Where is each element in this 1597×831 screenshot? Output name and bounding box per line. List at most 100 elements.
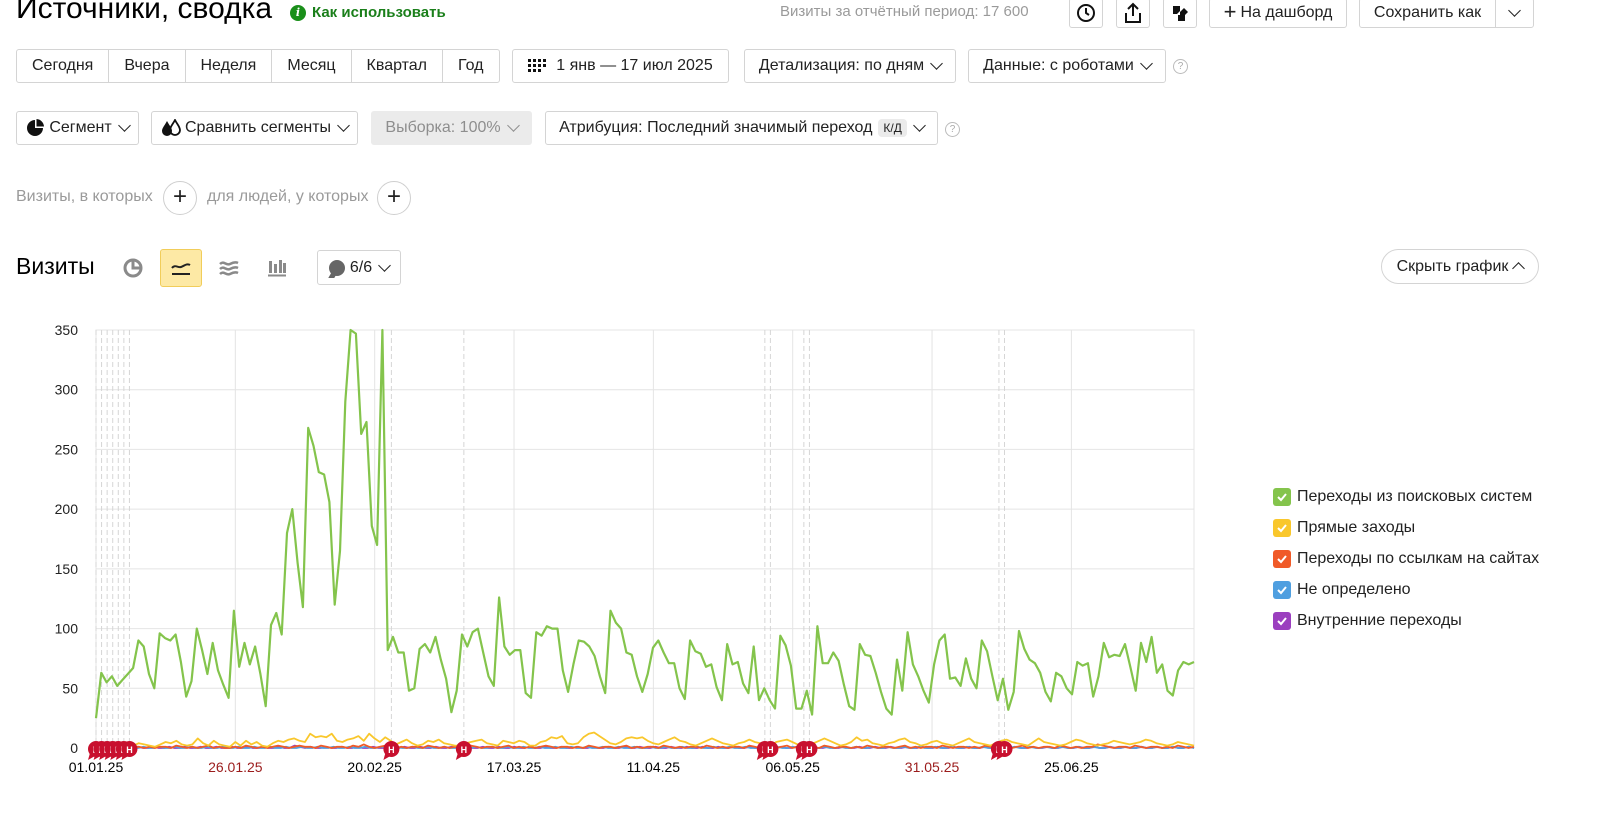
y-tick-label: 150 [55,561,79,577]
people-filter-label: для людей, у которых [207,188,369,205]
x-tick-label: 17.03.25 [487,759,542,775]
comment-icon [328,259,345,276]
date-range-picker[interactable]: 1 янв — 17 июл 2025 [512,49,729,83]
plus-icon: + [1223,0,1237,24]
legend-item-search[interactable]: Переходы из поисковых систем [1273,481,1539,512]
visits-filter-label: Визиты, в которых [16,188,153,205]
stacked-area-icon [219,261,239,276]
pie-chart-icon [27,119,45,136]
annotation-marker[interactable]: Н [801,741,818,760]
chevron-down-icon [913,119,926,132]
legend-item-internal[interactable]: Внутренние переходы [1273,605,1539,636]
x-tick-label: 11.04.25 [627,759,681,775]
bar-chart-icon [268,260,286,277]
to-dashboard-button[interactable]: + На дашборд [1209,0,1347,28]
legend-item-undefined[interactable]: Не определено [1273,574,1539,605]
segment-dropdown[interactable]: Сегмент [16,111,139,145]
line-view-button[interactable] [160,249,202,287]
checkbox-checked-icon [1273,549,1291,568]
chart-legend: Переходы из поисковых систем Прямые захо… [1273,481,1539,636]
add-people-filter-button[interactable]: + [377,181,411,215]
checkbox-checked-icon [1273,580,1291,599]
annotation-pin-label: Н [806,745,813,755]
annotation-marker[interactable]: Н [383,741,400,760]
bar-view-button[interactable] [257,249,297,287]
x-tick-label: 26.01.25 [208,759,263,775]
date-range-label: 1 янв — 17 июл 2025 [556,57,713,74]
save-as-button[interactable]: Сохранить как [1359,0,1496,28]
add-visit-filter-button[interactable]: + [163,181,197,215]
chevron-down-icon [1139,57,1153,70]
chart-section-title: Визиты [16,253,95,279]
segment-label: Сегмент [49,119,112,136]
series-line-0 [94,328,1195,719]
info-icon: i [290,4,306,21]
save-as-label: Сохранить как [1373,4,1482,21]
y-tick-label: 100 [55,621,79,637]
sample-dropdown[interactable]: Выборка: 100% [371,111,532,145]
period-today[interactable]: Сегодня [17,50,110,82]
annotation-marker[interactable]: Н [762,741,779,760]
chevron-down-icon [506,119,520,132]
period-week[interactable]: Неделя [186,50,273,82]
legend-item-direct[interactable]: Прямые заходы [1273,512,1539,543]
chevron-down-icon [117,119,131,132]
chevron-down-icon [378,258,391,272]
legend-label: Переходы из поисковых систем [1297,487,1533,505]
period-year[interactable]: Год [443,50,498,82]
export-button[interactable] [1116,0,1150,28]
period-month[interactable]: Месяц [272,50,352,82]
y-tick-label: 350 [55,322,79,338]
help-icon[interactable]: ? [1173,59,1188,74]
annotation-marker[interactable]: Н [121,741,138,760]
to-dashboard-label: На дашборд [1240,4,1333,21]
annotation-pin-label: Н [767,745,774,755]
annotation-pin-label: Н [388,745,395,755]
pie-chart-icon [123,258,143,278]
checkbox-checked-icon [1273,611,1291,630]
compare-segments-dropdown[interactable]: Сравнить сегменты [151,111,358,145]
plus-icon: + [386,182,401,210]
save-options-button[interactable] [1495,0,1534,28]
period-yesterday[interactable]: Вчера [109,50,186,82]
plus-icon: + [172,182,187,210]
detail-dropdown[interactable]: Детализация: по дням [744,49,956,83]
legend-label: Внутренние переходы [1297,611,1462,629]
pie-view-button[interactable] [113,249,153,287]
x-tick-label: 25.06.25 [1044,759,1099,775]
history-button[interactable] [1069,0,1103,28]
legend-item-links[interactable]: Переходы по ссылкам на сайтах [1273,543,1539,574]
annotations-count: 6/6 [349,258,373,276]
chevron-up-icon [1512,262,1526,275]
how-to-use-link[interactable]: i Как использовать [290,4,446,21]
compare-segments-label: Сравнить сегменты [184,119,332,136]
series-line-1 [95,731,1195,748]
x-tick-label: 20.02.25 [347,759,402,775]
hide-chart-button[interactable]: Скрыть график [1381,249,1539,284]
x-tick-label: 06.05.25 [765,759,820,775]
annotation-marker[interactable]: Н [996,741,1013,760]
data-dropdown[interactable]: Данные: с роботами [968,49,1166,83]
attribution-label: Атрибуция: Последний значимый переход [559,119,873,136]
x-tick-label: 01.01.25 [69,759,124,775]
detail-label: Детализация: по дням [758,57,925,74]
help-icon[interactable]: ? [945,122,960,137]
period-quarter[interactable]: Квартал [352,50,444,82]
area-view-button[interactable] [209,249,249,287]
x-tick-label: 31.05.25 [905,759,960,775]
sample-label: Выборка: 100% [385,119,501,136]
y-tick-label: 300 [55,382,79,398]
chevron-down-icon [1508,4,1521,17]
legend-label: Прямые заходы [1297,518,1416,536]
line-chart-icon [171,263,191,275]
y-tick-label: 50 [62,680,78,696]
attribution-dropdown[interactable]: Атрибуция: Последний значимый переход К/… [545,111,938,145]
annotation-marker[interactable]: Н [455,741,472,760]
hide-chart-label: Скрыть график [1396,257,1509,275]
drops-icon [161,119,181,136]
y-tick-label: 250 [55,441,79,457]
data-label: Данные: с роботами [983,57,1134,74]
widgets-button[interactable] [1163,0,1197,28]
share-icon [1125,2,1141,23]
annotations-dropdown[interactable]: 6/6 [317,250,401,285]
